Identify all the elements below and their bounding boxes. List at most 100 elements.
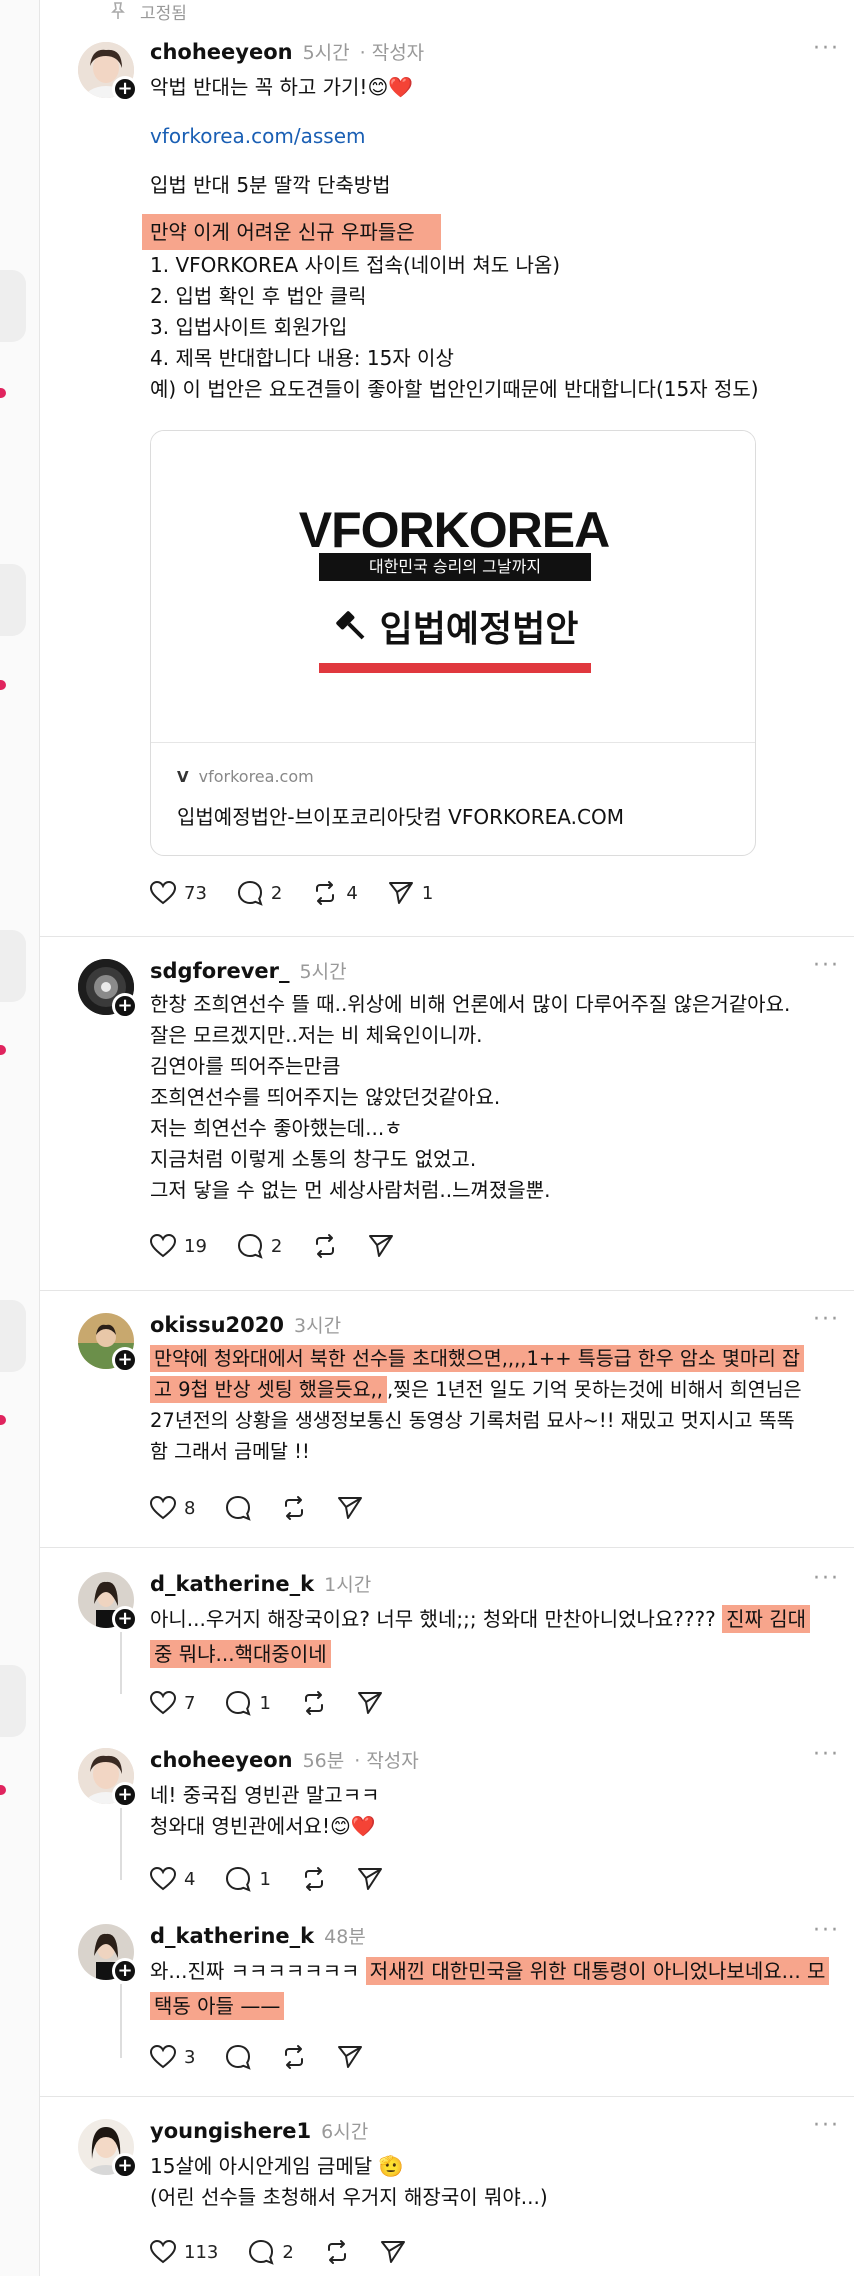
username[interactable]: choheeyeon <box>150 1748 293 1772</box>
repost-button[interactable] <box>301 1690 327 1716</box>
highlight-text: 택동 아들 —— <box>150 1992 285 2020</box>
share-button[interactable] <box>337 2044 363 2070</box>
post-body: 만약에 청와대에서 북한 선수들 초대했으면,,,,1++ 특등급 한우 암소 … <box>150 1343 854 1467</box>
card-accent-bar <box>319 663 591 673</box>
repost-button[interactable] <box>312 1233 338 1259</box>
reply-icon <box>249 2239 274 2265</box>
more-options-icon[interactable]: ··· <box>813 953 840 978</box>
more-options-icon[interactable]: ··· <box>813 1566 840 1591</box>
follow-button[interactable]: + <box>112 1782 138 1808</box>
rail-item[interactable] <box>0 1665 26 1737</box>
share-button[interactable] <box>337 1495 363 1521</box>
like-button[interactable]: 73 <box>150 881 207 905</box>
notification-dot <box>0 388 6 398</box>
follow-button[interactable]: + <box>112 993 138 1019</box>
username[interactable]: okissu2020 <box>150 1313 284 1337</box>
reply-icon <box>226 1495 252 1521</box>
follow-button[interactable]: + <box>112 1958 138 1984</box>
share-button[interactable] <box>357 1866 383 1892</box>
like-button[interactable]: 3 <box>150 2045 195 2069</box>
repost-button[interactable]: 4 <box>312 880 358 906</box>
like-count: 8 <box>184 1497 196 1519</box>
gavel-icon <box>335 611 365 640</box>
more-options-icon[interactable]: ··· <box>813 1307 840 1332</box>
rail-item[interactable] <box>0 564 26 636</box>
share-icon <box>369 1235 394 1257</box>
share-button[interactable] <box>368 1233 394 1259</box>
reply-button[interactable] <box>225 1495 252 1521</box>
post-text: 입법 반대 5분 딸깍 단축방법 <box>150 173 391 197</box>
post-text: 예) 이 법안은 요도견들이 좋아할 법안인기때문에 반대합니다(15자 정도) <box>150 377 759 401</box>
share-icon <box>388 882 413 904</box>
like-button[interactable]: 4 <box>150 1867 195 1891</box>
like-count: 4 <box>184 1868 196 1890</box>
post-text: 김연아를 띄어주는만큼 <box>150 1054 341 1078</box>
heart-icon <box>150 881 176 905</box>
post-text: 1. VFORKOREA 사이트 접속(네이버 쳐도 나옴) <box>150 253 561 277</box>
share-icon <box>357 1868 382 1890</box>
reply-button[interactable]: 1 <box>225 1866 271 1892</box>
repost-button[interactable] <box>281 2044 307 2070</box>
more-options-icon[interactable]: ··· <box>813 1742 840 1767</box>
username[interactable]: d_katherine_k <box>150 1572 314 1596</box>
like-button[interactable]: 113 <box>150 2240 218 2264</box>
post-body: 한창 조희연선수 뜰 때..위상에 비해 언론에서 많이 다루어주질 않은거같아… <box>150 989 850 1206</box>
username[interactable]: sdgforever_ <box>150 959 290 983</box>
post-text: 그저 닿을 수 없는 먼 세상사람처럼..느껴졌을뿐. <box>150 1178 551 1202</box>
follow-button[interactable]: + <box>112 1347 138 1373</box>
heart-icon <box>150 1234 176 1258</box>
notification-dot <box>0 680 6 690</box>
repost-icon <box>327 2240 346 2264</box>
post-text: 저는 희연선수 좋아했는데...ㅎ <box>150 1116 403 1140</box>
like-button[interactable]: 19 <box>150 1234 207 1258</box>
reply-button[interactable] <box>225 2044 252 2070</box>
notification-dot <box>0 1785 6 1795</box>
follow-button[interactable]: + <box>112 76 138 102</box>
follow-button[interactable]: + <box>112 1606 138 1632</box>
repost-icon <box>285 1496 304 1520</box>
share-button[interactable]: 1 <box>388 880 433 906</box>
rail-item[interactable] <box>0 270 26 342</box>
post-text: 지금처럼 이렇게 소통의 창구도 없었고. <box>150 1147 477 1171</box>
heart-icon <box>150 1496 176 1520</box>
repost-icon <box>285 2045 304 2069</box>
card-headline: 입법예정법안 <box>379 609 579 650</box>
like-button[interactable]: 8 <box>150 1496 195 1520</box>
post-text: 청와대 영빈관에서요!😊❤️ <box>150 1814 376 1838</box>
share-button[interactable] <box>380 2239 406 2265</box>
reply-button[interactable]: 2 <box>237 1233 282 1259</box>
post-text: 조희연선수를 띄어주지는 않았던것같아요. <box>150 1085 501 1109</box>
repost-button[interactable] <box>281 1495 307 1521</box>
share-button[interactable] <box>357 1690 383 1716</box>
post-actions: 3 <box>150 2044 363 2070</box>
author-badge: · 작성자 <box>359 42 425 64</box>
follow-button[interactable]: + <box>112 2153 138 2179</box>
more-options-icon[interactable]: ··· <box>813 2113 840 2138</box>
like-button[interactable]: 7 <box>150 1691 195 1715</box>
timestamp: 5시간 <box>299 961 347 983</box>
post-actions: 113 2 <box>150 2239 406 2265</box>
post-actions: 73 2 4 1 <box>150 880 433 906</box>
repost-icon <box>316 881 335 905</box>
repost-icon <box>304 1691 323 1715</box>
rail-item[interactable] <box>0 930 26 1002</box>
post-link[interactable]: vforkorea.com/assem <box>150 121 850 152</box>
card-headline-row: 입법예정법안 <box>319 603 591 650</box>
username[interactable]: youngishere1 <box>150 2119 311 2143</box>
highlight-text: 고 9첩 반상 셋팅 했을듯요,, <box>150 1376 387 1403</box>
repost-button[interactable] <box>301 1866 327 1892</box>
rail-item[interactable] <box>0 1300 26 1372</box>
reply-button[interactable]: 2 <box>237 880 282 906</box>
reply-button[interactable]: 2 <box>248 2239 294 2265</box>
repost-button[interactable] <box>324 2239 350 2265</box>
username[interactable]: d_katherine_k <box>150 1924 314 1948</box>
reply-icon <box>226 1866 252 1892</box>
post-text: 네! 중국집 영빈관 말고ㅋㅋ <box>150 1783 380 1807</box>
username[interactable]: choheeyeon <box>150 40 293 64</box>
more-options-icon[interactable]: ··· <box>813 36 840 61</box>
link-preview-image: VFORKOREA 대한민국 승리의 그날까지 입법예정법안 <box>151 431 755 743</box>
more-options-icon[interactable]: ··· <box>813 1918 840 1943</box>
post-text: 함 그래서 금메달 !! <box>150 1440 310 1463</box>
link-preview-card[interactable]: VFORKOREA 대한민국 승리의 그날까지 입법예정법안 V vforkor… <box>150 430 756 856</box>
reply-button[interactable]: 1 <box>225 1690 271 1716</box>
